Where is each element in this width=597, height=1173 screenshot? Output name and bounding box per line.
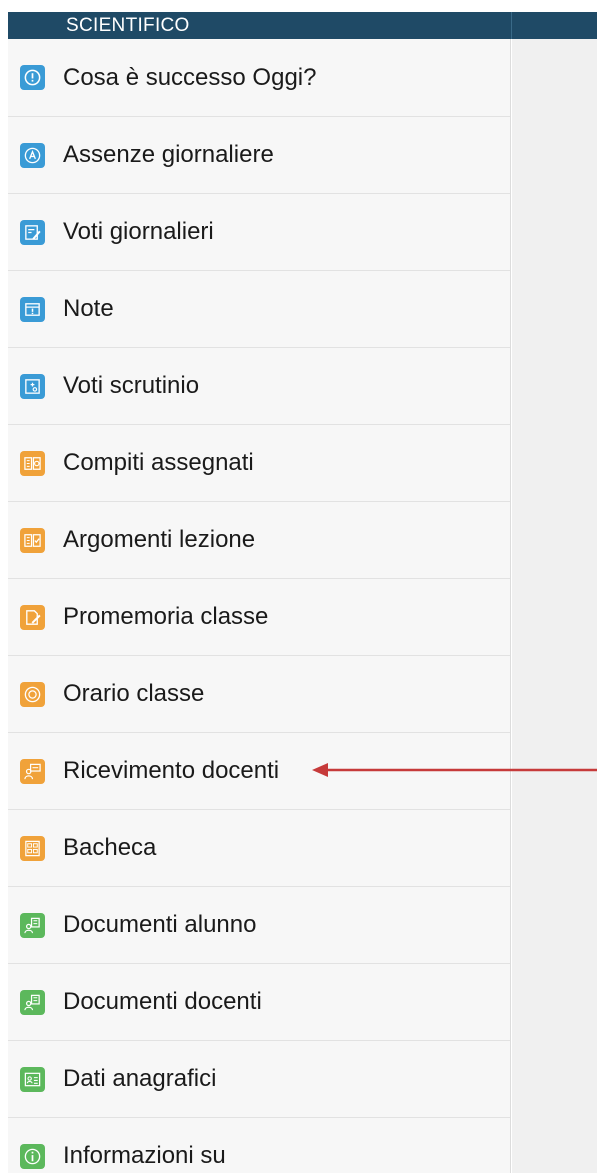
menu-item-label: Assenze giornaliere bbox=[63, 141, 274, 168]
menu-item-voti-giornalieri[interactable]: Voti giornalieri bbox=[8, 194, 510, 271]
teacher-meeting-icon bbox=[20, 758, 45, 784]
bulletin-board-icon bbox=[20, 835, 45, 861]
menu-item-label: Dati anagrafici bbox=[63, 1065, 217, 1092]
id-card-icon bbox=[20, 1066, 45, 1092]
menu-item-label: Promemoria classe bbox=[63, 603, 269, 630]
content-area bbox=[512, 39, 597, 1173]
menu-item-assenze-giornaliere[interactable]: Assenze giornaliere bbox=[8, 117, 510, 194]
report-card-icon bbox=[20, 373, 45, 399]
menu-item-label: Cosa è successo Oggi? bbox=[63, 63, 317, 91]
alert-circle-icon bbox=[20, 65, 45, 90]
menu-item-label: Informazioni su bbox=[63, 1142, 226, 1169]
menu-item-compiti-assegnati[interactable]: Compiti assegnati bbox=[8, 425, 510, 502]
absence-a-icon bbox=[20, 142, 45, 168]
menu-item-bacheca[interactable]: Bacheca bbox=[8, 810, 510, 887]
student-documents-icon bbox=[20, 912, 45, 938]
menu-item-label: Voti scrutinio bbox=[63, 372, 200, 399]
menu-item-documenti-alunno[interactable]: Documenti alunno bbox=[8, 887, 510, 964]
clock-icon bbox=[20, 681, 45, 707]
menu-item-label: Documenti docenti bbox=[63, 988, 262, 1015]
homework-book-icon bbox=[20, 450, 45, 476]
menu-item-promemoria-classe[interactable]: Promemoria classe bbox=[8, 579, 510, 656]
menu-item-label: Ricevimento docenti bbox=[63, 757, 280, 784]
menu-item-orario-classe[interactable]: Orario classe bbox=[8, 656, 510, 733]
menu-item-label: Compiti assegnati bbox=[63, 449, 254, 476]
menu-item-label: Bacheca bbox=[63, 834, 157, 861]
note-icon bbox=[20, 296, 45, 322]
menu-item-documenti-docenti[interactable]: Documenti docenti bbox=[8, 964, 510, 1041]
annotation-arrow bbox=[312, 763, 597, 777]
menu-item-label: Documenti alunno bbox=[63, 911, 257, 938]
menu-item-label: Orario classe bbox=[63, 680, 205, 707]
menu-item-informazioni-su[interactable]: Informazioni su bbox=[8, 1118, 510, 1173]
menu-item-label: Argomenti lezione bbox=[63, 526, 256, 553]
menu-item-cosa-e-successo-oggi[interactable]: Cosa è successo Oggi? bbox=[8, 39, 510, 117]
reminder-icon bbox=[20, 604, 45, 630]
menu-item-voti-scrutinio[interactable]: Voti scrutinio bbox=[8, 348, 510, 425]
menu-item-dati-anagrafici[interactable]: Dati anagrafici bbox=[8, 1041, 510, 1118]
app-screen: SCIENTIFICO Cosa è successo Oggi? Assenz… bbox=[0, 0, 597, 1173]
grade-edit-icon bbox=[20, 219, 45, 245]
page-title: SCIENTIFICO bbox=[66, 15, 190, 36]
header-divider bbox=[511, 12, 512, 39]
menu-item-label: Note bbox=[63, 295, 114, 322]
menu-item-label: Voti giornalieri bbox=[63, 218, 214, 245]
sidebar-menu: Cosa è successo Oggi? Assenze giornalier… bbox=[8, 39, 511, 1173]
menu-item-argomenti-lezione[interactable]: Argomenti lezione bbox=[8, 502, 510, 579]
info-icon bbox=[20, 1143, 45, 1169]
lesson-book-icon bbox=[20, 527, 45, 553]
teacher-documents-icon bbox=[20, 989, 45, 1015]
menu-item-note[interactable]: Note bbox=[8, 271, 510, 348]
